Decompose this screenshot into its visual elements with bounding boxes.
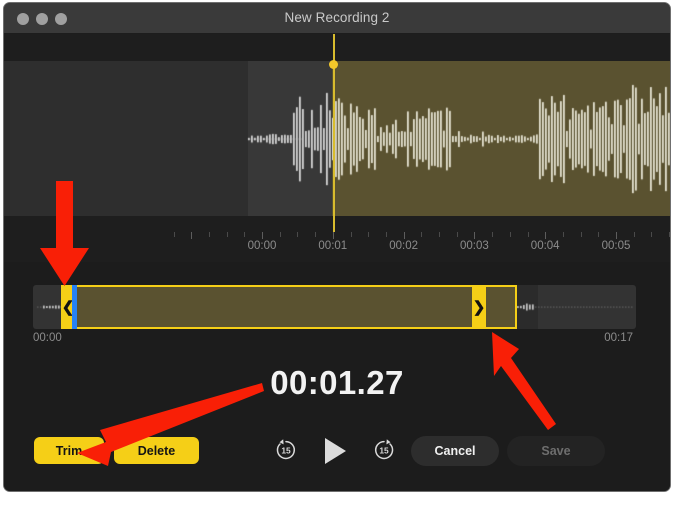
ruler-tick: [191, 232, 193, 239]
trim-button[interactable]: Trim: [34, 437, 104, 464]
ruler-tick: [315, 232, 317, 237]
ruler-tick: [545, 232, 547, 239]
overview-start-label: 00:00: [33, 332, 62, 344]
title-bar: New Recording 2: [4, 3, 670, 34]
ruler-tick: [350, 232, 352, 237]
current-timecode: 00:01.27: [270, 364, 404, 401]
ruler-label: 00:03: [460, 240, 489, 252]
ruler-tick: [562, 232, 564, 237]
ruler-tick: [598, 232, 600, 237]
trim-handle-right[interactable]: ❯: [472, 285, 486, 329]
ruler-tick: [226, 232, 228, 237]
bottom-toolbar: Trim Delete 15 15 Cancel Save: [4, 425, 670, 491]
ruler-tick: [616, 232, 617, 239]
delete-button[interactable]: Delete: [114, 437, 199, 464]
ruler-tick: [651, 232, 653, 237]
ruler-tick: [633, 232, 635, 237]
ruler-tick: [244, 232, 246, 237]
ruler-label: 00:04: [530, 240, 560, 252]
ruler-tick: [439, 232, 440, 237]
ruler-tick: [368, 232, 370, 237]
trim-selection-region[interactable]: [61, 285, 517, 329]
forward-15-icon: 15: [375, 439, 394, 460]
ruler-tick: [262, 232, 263, 239]
ruler-tick: [474, 232, 476, 239]
overview-end-label: 00:17: [604, 332, 633, 344]
ruler-tick: [279, 232, 281, 237]
ruler-tick: [580, 232, 582, 237]
ruler-tick: [403, 232, 405, 239]
ruler-label: 00:05: [601, 240, 631, 252]
skip-back-15-button[interactable]: 15: [272, 435, 300, 465]
ruler-tick: [509, 232, 511, 237]
trim-overview: ❮ ❯ 00:00 00:17: [4, 262, 670, 350]
ruler-tick: [421, 232, 423, 237]
save-button: Save: [507, 436, 605, 466]
waveform-bars-canvas: [4, 61, 670, 216]
ruler-tick: [208, 232, 210, 237]
ruler-tick: [173, 232, 175, 237]
ruler-tick: [669, 232, 670, 237]
ruler-label: 00:01: [318, 240, 348, 252]
playhead-knob[interactable]: [329, 60, 338, 69]
rewind-15-icon: 15: [276, 439, 295, 460]
skip-forward-15-button[interactable]: 15: [370, 435, 398, 465]
play-button[interactable]: [320, 435, 350, 467]
ruler-label: 00:00: [247, 240, 277, 252]
ruler-tick: [456, 232, 458, 237]
svg-text:15: 15: [281, 446, 291, 456]
cancel-button[interactable]: Cancel: [411, 436, 499, 466]
ruler-tick: [332, 232, 334, 239]
svg-text:15: 15: [379, 446, 389, 456]
window-title: New Recording 2: [284, 10, 390, 25]
overview-track[interactable]: ❮ ❯: [33, 285, 636, 329]
waveform-detail-view[interactable]: [4, 34, 670, 232]
ruler-tick: [492, 232, 494, 237]
play-icon: [325, 438, 346, 464]
ruler-tick: [385, 232, 387, 237]
voice-memos-window: New Recording 2 00:00 00:01 00:02 00:03 00:0…: [3, 2, 671, 492]
waveform-bars: [4, 61, 670, 216]
overview-playhead[interactable]: [72, 285, 77, 329]
ruler-tick: [297, 232, 299, 237]
ruler-tick: [527, 232, 529, 237]
waveform-canvas[interactable]: [4, 61, 670, 216]
waveform-top-band: [4, 34, 670, 61]
time-ruler: 00:0000:0100:0200:0300:0400:0500: [4, 232, 670, 262]
ruler-label: 00:02: [389, 240, 418, 252]
